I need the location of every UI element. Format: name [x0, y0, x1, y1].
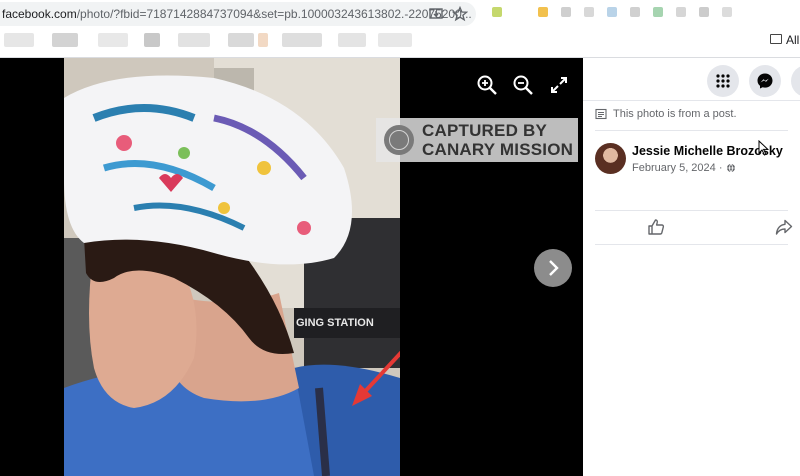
zoom-in-icon[interactable] — [476, 74, 498, 96]
avatar[interactable] — [595, 143, 626, 174]
extension-icon[interactable] — [538, 7, 548, 17]
install-app-icon[interactable] — [428, 6, 444, 22]
post-photo: GING STATION — [64, 58, 400, 476]
divider — [595, 130, 788, 131]
bookmark-item[interactable] — [98, 33, 128, 47]
watermark: CAPTURED BY CANARY MISSION — [376, 118, 578, 162]
bookmark-item[interactable] — [282, 33, 322, 47]
watermark-seal-icon — [384, 125, 414, 155]
extension-icons — [492, 7, 732, 19]
bookmarks-bar — [0, 30, 760, 50]
all-bookmarks-button[interactable]: All — [768, 33, 800, 49]
photo-sign-text: GING STATION — [296, 317, 374, 329]
photo-viewer: GING STATION CAPTURED BY CANARY MISSION — [0, 58, 583, 476]
all-bookmarks-label: All — [786, 33, 800, 47]
chevron-right-icon — [549, 260, 559, 276]
like-button[interactable] — [647, 218, 665, 236]
bookmark-item[interactable] — [338, 33, 366, 47]
url-text[interactable]: facebook.com/photo/?fbid=718714288473709… — [2, 7, 472, 21]
post-note-icon — [595, 108, 607, 120]
bookmark-item[interactable] — [378, 33, 412, 47]
photo-illustration: GING STATION — [64, 58, 400, 476]
bookmark-item[interactable] — [178, 33, 210, 47]
share-button[interactable] — [775, 218, 793, 236]
divider — [595, 244, 788, 245]
viewer-controls — [476, 74, 570, 96]
bookmark-item[interactable] — [228, 33, 254, 47]
watermark-line-1: CAPTURED BY — [422, 121, 547, 140]
divider — [583, 100, 800, 101]
extension-icon[interactable] — [630, 7, 640, 17]
next-photo-button[interactable] — [534, 249, 572, 287]
bookmark-item[interactable] — [258, 33, 268, 47]
notifications-bell-icon[interactable] — [791, 65, 800, 97]
bookmark-item[interactable] — [52, 33, 78, 47]
post-date-row: February 5, 2024 · — [632, 162, 736, 174]
divider — [595, 210, 788, 211]
post-side-panel: This photo is from a post. Jessie Michel… — [583, 58, 800, 476]
extension-icon[interactable] — [492, 7, 502, 17]
globe-icon — [726, 163, 735, 173]
menu-grid-icon[interactable] — [707, 65, 739, 97]
post-date[interactable]: February 5, 2024 · — [632, 162, 723, 174]
watermark-line-2: CANARY MISSION — [422, 140, 574, 159]
share-arrow-icon — [775, 219, 793, 235]
bookmark-star-icon[interactable] — [452, 6, 468, 22]
post-note-text: This photo is from a post. — [613, 108, 737, 120]
folder-icon — [770, 34, 782, 44]
mouse-cursor-icon — [758, 140, 770, 156]
extension-icon[interactable] — [699, 7, 709, 17]
fullscreen-icon[interactable] — [548, 74, 570, 96]
watermark-text: CAPTURED BY CANARY MISSION — [422, 121, 573, 159]
bookmark-item[interactable] — [4, 33, 34, 47]
header-icons — [707, 65, 800, 97]
browser-chrome: facebook.com/photo/?fbid=718714288473709… — [0, 0, 800, 58]
extension-icon[interactable] — [653, 7, 663, 17]
messenger-icon[interactable] — [749, 65, 781, 97]
post-actions — [583, 214, 800, 242]
extension-icon[interactable] — [607, 7, 617, 17]
extension-icon[interactable] — [515, 7, 525, 17]
thumbs-up-icon — [648, 219, 665, 235]
post-note: This photo is from a post. — [595, 108, 737, 120]
url-path: /photo/?fbid=7187142884737094&set=pb.100… — [76, 7, 472, 21]
bookmark-item[interactable] — [144, 33, 160, 47]
extension-icon[interactable] — [722, 7, 732, 17]
extension-icon[interactable] — [561, 7, 571, 17]
url-host: facebook.com — [2, 7, 77, 21]
extension-icon[interactable] — [676, 7, 686, 17]
address-bar[interactable]: facebook.com/photo/?fbid=718714288473709… — [0, 2, 476, 26]
zoom-out-icon[interactable] — [512, 74, 534, 96]
extension-icon[interactable] — [584, 7, 594, 17]
